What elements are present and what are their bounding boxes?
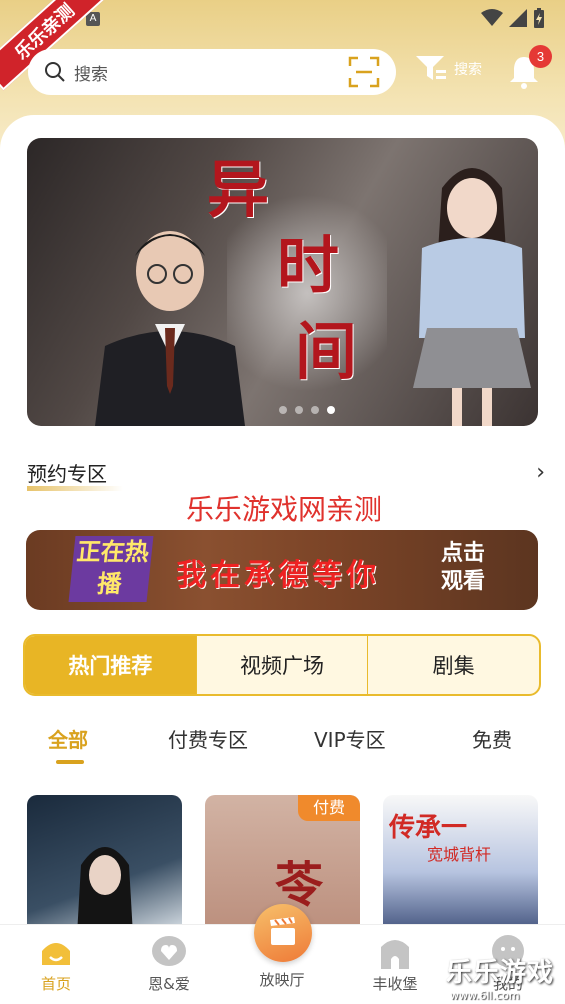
subtab-all[interactable]: 全部 (48, 724, 88, 753)
filter-icon (416, 56, 446, 80)
card-poster-text: 传承一 (389, 813, 468, 843)
subtab-paid[interactable]: 付费专区 (168, 724, 248, 753)
category-tabs: 热门推荐 视频广场 剧集 (23, 634, 541, 696)
nav-theater-label: 放映厅 (259, 971, 305, 989)
reservation-title: 预约专区 (27, 458, 123, 491)
subtab-vip[interactable]: VIP专区 (314, 724, 386, 753)
carousel-dot[interactable] (311, 406, 319, 414)
corner-watermark-title: 乐乐游戏 (446, 958, 555, 988)
scan-icon[interactable] (348, 56, 380, 88)
hero-banner[interactable]: 异 时 间 (27, 138, 538, 426)
promo-slogan: 我在承德等你 (176, 558, 380, 593)
status-icons (481, 8, 545, 28)
theater-fab-button[interactable] (254, 904, 312, 962)
clapperboard-icon (270, 917, 295, 945)
nav-love-label: 恩&爱 (148, 975, 190, 993)
tab-video-square[interactable]: 视频广场 (197, 636, 369, 694)
tab-series[interactable]: 剧集 (368, 636, 539, 694)
signal-icon (509, 9, 527, 27)
onair-label: 正在热播 (68, 536, 154, 602)
actress-female-figure (413, 168, 531, 426)
filter-label: 搜索 (454, 62, 482, 78)
watermark-text: 乐乐游戏网亲测 (186, 493, 383, 526)
tab-hot-recommend[interactable]: 热门推荐 (25, 636, 197, 694)
carousel-dot[interactable] (279, 406, 287, 414)
castle-icon (381, 940, 409, 969)
search-placeholder[interactable]: 搜索 (74, 60, 348, 85)
subtab-free[interactable]: 免费 (472, 724, 512, 753)
nav-theater[interactable]: 放映厅 (242, 969, 322, 990)
nav-harvest-label: 丰收堡 (372, 975, 418, 993)
reservation-section-header[interactable]: 预约专区 › (27, 458, 545, 491)
video-card[interactable]: 传承一 宽城背杆 (383, 795, 538, 935)
filter-subtabs: 全部 付费专区 VIP专区 免费 (0, 724, 565, 764)
card-poster-figure (77, 847, 133, 935)
filter-search-button[interactable]: 搜索 (414, 54, 482, 84)
wifi-icon (481, 9, 503, 26)
nav-harvest[interactable]: 丰收堡 (355, 935, 435, 994)
search-icon (45, 62, 65, 82)
corner-watermark: 乐乐游戏 www.6ll.com (446, 952, 565, 1004)
battery-icon (534, 8, 544, 28)
watch-now-label[interactable]: 点击观看 (432, 540, 494, 596)
card-poster-subtext: 宽城背杆 (427, 845, 492, 864)
subtab-underline (56, 760, 84, 764)
promo-banner[interactable]: 正在热播 我在承德等你 点击观看 (26, 530, 538, 610)
heart-icon (152, 936, 186, 966)
notification-badge: 3 (529, 45, 552, 68)
chevron-right-icon[interactable]: › (536, 460, 545, 485)
paid-badge: 付费 (298, 795, 360, 821)
corner-watermark-url: www.6ll.com (450, 989, 520, 1002)
carousel-dots (279, 406, 335, 414)
video-card[interactable] (27, 795, 182, 935)
nav-love[interactable]: 恩&爱 (129, 935, 209, 994)
carousel-dot[interactable] (295, 406, 303, 414)
search-bar[interactable]: 搜索 (28, 49, 396, 95)
carousel-dot-active[interactable] (327, 406, 335, 414)
home-icon (42, 943, 70, 965)
actor-male-figure (95, 231, 245, 426)
nav-home[interactable]: 首页 (16, 935, 96, 994)
nav-home-label: 首页 (40, 975, 71, 993)
